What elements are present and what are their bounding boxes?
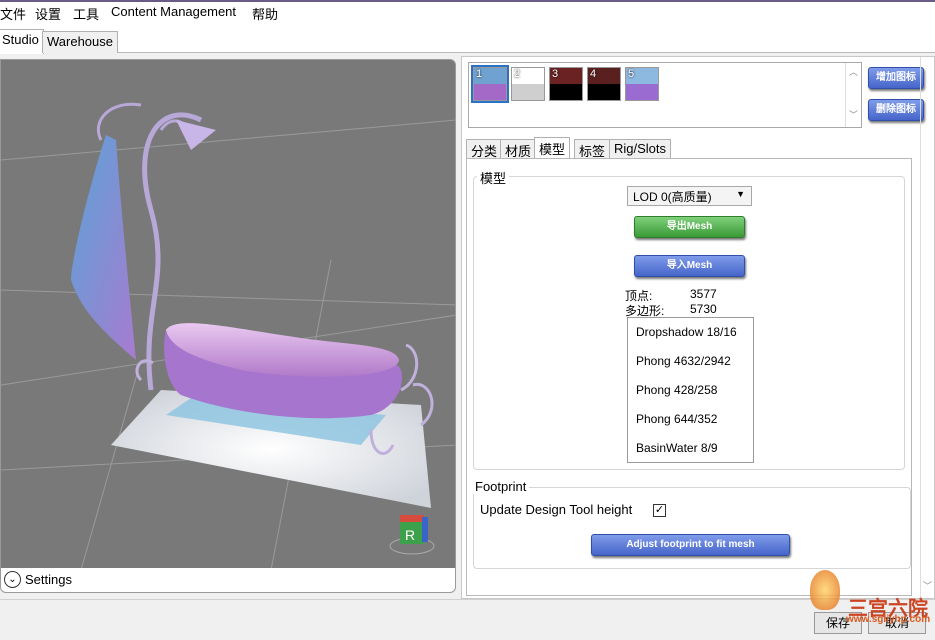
menu-settings[interactable]: 设置 xyxy=(35,4,61,23)
scroll-up-icon: ︿ xyxy=(848,67,858,77)
adjust-footprint-button[interactable]: Adjust footprint to fit mesh xyxy=(591,534,790,556)
lod-select-value: LOD 0(高质量) xyxy=(633,190,712,204)
tab-model[interactable]: 模型 xyxy=(534,137,571,160)
bottom-bar xyxy=(0,599,935,640)
scroll-down-icon: ﹀ xyxy=(848,110,858,120)
towel-curtain xyxy=(71,135,136,360)
import-mesh-button[interactable]: 导入Mesh xyxy=(634,255,745,277)
swatch-number: 4 xyxy=(590,68,597,80)
swatch-list[interactable]: 1 2 3 4 5 ︿ ﹀ xyxy=(468,62,862,128)
swatch-4[interactable]: 4 xyxy=(587,67,621,101)
watermark-logo-icon xyxy=(810,570,840,610)
vertices-value: 3577 xyxy=(690,287,717,301)
orientation-cube-label: R xyxy=(405,527,415,543)
swatch-5[interactable]: 5 xyxy=(625,67,659,101)
settings-label: Settings xyxy=(25,572,72,587)
add-swatch-button[interactable]: 增加图标 xyxy=(868,67,924,89)
menu-tools[interactable]: 工具 xyxy=(73,4,99,23)
main-tab-bar: Studio Warehouse xyxy=(0,24,935,54)
viewport-scene: R xyxy=(1,102,455,568)
watermark-url: www.sgliyhp.com xyxy=(846,614,931,625)
swatch-3[interactable]: 3 xyxy=(549,67,583,101)
export-mesh-button[interactable]: 导出Mesh xyxy=(634,216,745,238)
lod-select[interactable]: LOD 0(高质量) ▼ xyxy=(627,186,752,206)
tab-category[interactable]: 分类 xyxy=(466,139,503,159)
menu-content-management[interactable]: Content Management xyxy=(111,4,236,19)
update-design-tool-height-checkbox[interactable]: ✓ xyxy=(653,504,666,517)
tab-warehouse[interactable]: Warehouse xyxy=(42,31,118,53)
list-item[interactable]: Phong 4632/2942 xyxy=(636,354,731,368)
swatch-scrollbar[interactable]: ︿ ﹀ xyxy=(845,63,861,127)
flower-lamp xyxy=(176,120,216,150)
mesh-group-list[interactable]: Dropshadow 18/16 Phong 4632/2942 Phong 4… xyxy=(627,317,754,463)
menu-bar: 文件 设置 工具 Content Management 帮助 xyxy=(0,2,935,24)
footprint-group-label: Footprint xyxy=(472,479,530,494)
swatch-number: 2 xyxy=(514,68,521,80)
tab-tags[interactable]: 标签 xyxy=(574,139,611,159)
footprint-group xyxy=(473,487,911,569)
chevron-down-icon[interactable]: ⌄ xyxy=(4,571,21,588)
menu-file[interactable]: 文件 xyxy=(0,4,26,23)
tab-rig-slots[interactable]: Rig/Slots xyxy=(609,139,672,159)
list-item[interactable]: Dropshadow 18/16 xyxy=(636,325,737,339)
panel-scrollbar[interactable]: ﹀ xyxy=(920,57,934,600)
tab-studio[interactable]: Studio xyxy=(0,29,44,54)
model-tab-page: 模型 LOD 0(高质量) ▼ 导出Mesh 导入Mesh 顶点: 3577 多… xyxy=(466,158,912,596)
swatch-2[interactable]: 2 xyxy=(511,67,545,101)
swatch-1[interactable]: 1 xyxy=(471,65,509,103)
swatch-number: 5 xyxy=(628,68,635,80)
list-item[interactable]: Phong 644/352 xyxy=(636,412,717,426)
polygons-value: 5730 xyxy=(690,302,717,316)
tab-material[interactable]: 材质 xyxy=(500,139,537,159)
list-item[interactable]: BasinWater 8/9 xyxy=(636,441,718,455)
model-group-label: 模型 xyxy=(477,168,510,187)
update-design-tool-height-label: Update Design Tool height xyxy=(480,502,633,517)
menu-help[interactable]: 帮助 xyxy=(252,4,278,23)
swatch-number: 1 xyxy=(476,68,483,80)
watermark: 三宫六院 www.sgliyhp.com xyxy=(808,568,935,634)
remove-swatch-button[interactable]: 删除图标 xyxy=(868,99,924,121)
list-item[interactable]: Phong 428/258 xyxy=(636,383,717,397)
3d-viewport[interactable]: R xyxy=(0,59,456,569)
swatch-number: 3 xyxy=(552,68,559,80)
properties-panel: 1 2 3 4 5 ︿ ﹀ 增加图标 删除图标 分类 材质 模型 标签 Rig/Slot… xyxy=(461,56,935,600)
chevron-down-icon: ▼ xyxy=(736,189,745,199)
settings-bar[interactable]: ⌄ Settings xyxy=(0,568,456,593)
